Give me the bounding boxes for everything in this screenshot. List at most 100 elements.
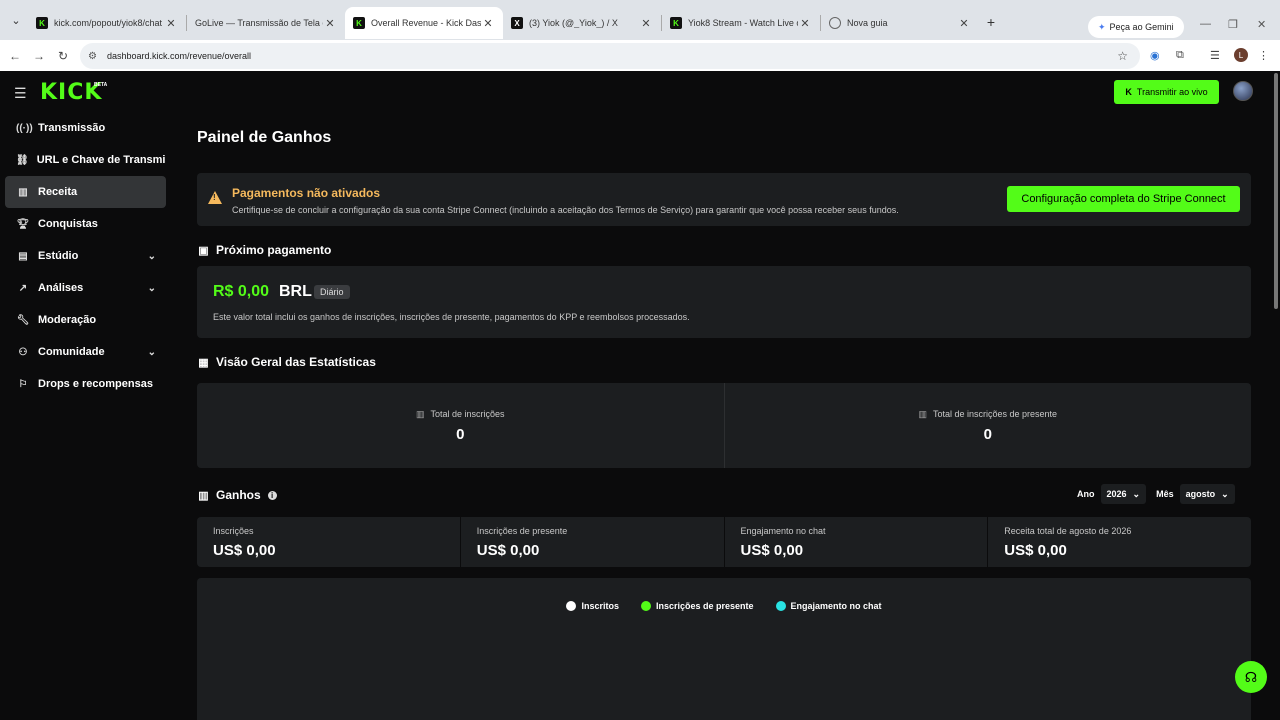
stat-label: ▥ Total de inscrições (197, 409, 724, 420)
kick-icon: K (670, 17, 682, 29)
legend-dot (640, 601, 651, 611)
browser-tab-active[interactable]: K Overall Revenue - Kick Dashboa ✕ (345, 7, 503, 39)
legend-item-chat-engagement[interactable]: Engajamento no chat (775, 601, 882, 611)
maximize-icon[interactable]: ❐ (1228, 18, 1238, 31)
browser-tab[interactable]: K Yiok8 Stream - Watch Live on K ✕ (662, 7, 820, 39)
kick-dashboard: ☰ KICK BETA K Transmitir ao vivo ((·)) T… (0, 71, 1280, 720)
user-avatar[interactable] (1233, 81, 1253, 101)
section-title: Ganhos (216, 488, 261, 502)
chevron-down-icon: ⌄ (1221, 488, 1229, 499)
section-title: Próximo pagamento (216, 243, 332, 257)
gemini-button[interactable]: ✦ Peça ao Gemini (1088, 16, 1184, 38)
legend-item-gift-subs[interactable]: Inscrições de presente (640, 601, 754, 611)
stat-value: 0 (456, 426, 465, 443)
browser-toolbar: ← → ↻ ⚙ dashboard.kick.com/revenue/overa… (0, 40, 1280, 71)
stat-value: 0 (983, 426, 992, 443)
tab-title: kick.com/popout/yiok8/chat (54, 18, 163, 28)
sidebar-item-analises[interactable]: ↗ Análises ⌄ (5, 272, 166, 304)
year-label: Ano (1077, 489, 1095, 499)
close-window-icon[interactable]: ✕ (1257, 18, 1266, 31)
year-select[interactable]: 2026 ⌄ (1100, 484, 1147, 504)
stat-total-gift-subscriptions: ▥ Total de inscrições de presente 0 (723, 383, 1252, 468)
gemini-icon: ✦ (1098, 21, 1106, 32)
tab-title: (3) Yiok (@_Yiok_) / X (529, 18, 618, 28)
legend-label: Engajamento no chat (790, 601, 882, 611)
browser-tab[interactable]: Nova guia ✕ (821, 7, 979, 39)
sidebar-item-receita[interactable]: ▥ Receita (5, 176, 166, 208)
reload-icon[interactable]: ↻ (51, 49, 75, 63)
browser-tab[interactable]: K kick.com/popout/yiok8/chat ✕ (28, 7, 186, 39)
sidebar-item-label: Transmissão (38, 122, 106, 134)
payment-amount: R$ 0,00 (213, 283, 270, 300)
back-icon[interactable]: ← (3, 49, 27, 63)
stripe-connect-button[interactable]: Configuração completa do Stripe Connect (1007, 186, 1240, 212)
stat-label: ▥ Total de inscrições de presente (725, 409, 1252, 420)
broadcast-icon: ((·)) (16, 122, 33, 134)
stat-total-subscriptions: ▥ Total de inscrições 0 (197, 383, 724, 468)
sidebar-item-conquistas[interactable]: 🏆︎ Conquistas (5, 208, 166, 240)
card-value: US$ 0,00 (740, 542, 804, 559)
close-icon[interactable]: ✕ (639, 17, 653, 30)
chevron-down-icon: ⌄ (147, 250, 156, 262)
card-label: Inscrições de presente (476, 526, 568, 536)
sidebar-item-moderacao[interactable]: 🔧︎ Moderação (5, 304, 166, 336)
info-icon[interactable]: i (267, 490, 277, 500)
payment-description: Este valor total inclui os ganhos de ins… (213, 312, 690, 322)
sidebar-item-label: Conquistas (38, 218, 98, 230)
minimize-icon[interactable]: — (1200, 18, 1211, 30)
new-tab-button[interactable]: + (979, 14, 1003, 30)
browser-menu-icon[interactable]: ⋮ (1258, 49, 1269, 62)
legend-dot (775, 601, 786, 611)
month-value: agosto (1185, 489, 1216, 499)
sidebar-item-stream-key[interactable]: ⛓ URL e Chave de Transmissão (5, 144, 166, 176)
earnings-card: Engajamento no chat US$ 0,00 (723, 517, 988, 567)
chart-icon: ▥ (415, 409, 425, 419)
stats-overview: ▥ Total de inscrições 0 ▥ Total de inscriç… (197, 383, 1251, 468)
tab-search-icon[interactable]: ⌄ (4, 8, 28, 32)
forward-icon[interactable]: → (27, 49, 51, 63)
stats-heading: ▦ Visão Geral das Estatísticas (197, 355, 376, 369)
payments-alert: ! Pagamentos não ativados Certifique-se … (197, 173, 1251, 226)
sidebar-item-drops[interactable]: ⚐ Drops e recompensas (5, 368, 166, 400)
legend-item-subscribers[interactable]: Inscritos (566, 601, 619, 611)
close-icon[interactable]: ✕ (323, 17, 337, 30)
profile-avatar[interactable]: L (1234, 48, 1248, 62)
tab-title: Nova guia (847, 18, 888, 28)
close-icon[interactable]: ✕ (798, 17, 812, 30)
url-text: dashboard.kick.com/revenue/overall (106, 51, 252, 61)
close-icon[interactable]: ✕ (481, 17, 495, 30)
next-payment-heading: ▣ Próximo pagamento (197, 243, 331, 257)
address-bar[interactable]: ⚙ dashboard.kick.com/revenue/overall ☆ (80, 43, 1140, 69)
community-icon: ⚇ (18, 346, 28, 358)
browser-tab[interactable]: X (3) Yiok (@_Yiok_) / X ✕ (503, 7, 661, 39)
page-title: Painel de Ganhos (197, 129, 332, 146)
scrollbar-thumb[interactable] (1274, 73, 1278, 309)
go-live-button[interactable]: K Transmitir ao vivo (1114, 80, 1219, 104)
alert-text: Certifique-se de concluir a configuração… (232, 205, 899, 215)
go-live-label: Transmitir ao vivo (1136, 87, 1208, 97)
wrench-icon: 🔧︎ (16, 314, 30, 326)
extensions-puzzle-icon[interactable]: ⧉ (1176, 49, 1184, 62)
chevron-down-icon: ⌄ (147, 282, 156, 294)
earnings-chart-icon: ▥ (198, 489, 209, 502)
card-label: Receita total de agosto de 2026 (1004, 526, 1132, 536)
bookmark-star-icon[interactable]: ☆ (1117, 49, 1128, 63)
site-settings-icon[interactable]: ⚙ (88, 51, 97, 62)
kick-icon: K (353, 17, 365, 29)
reading-list-icon[interactable]: ☰ (1210, 49, 1220, 62)
scrollbar[interactable] (1272, 71, 1280, 720)
support-chat-icon[interactable]: ☊ (1235, 661, 1267, 693)
hamburger-menu-icon[interactable]: ☰ (14, 85, 27, 102)
sidebar-item-estudio[interactable]: ▤ Estúdio ⌄ (5, 240, 166, 272)
sidebar-item-transmissao[interactable]: ((·)) Transmissão (5, 112, 166, 144)
browser-tab[interactable]: G GoLive — Transmissão de Tela e ✕ (187, 7, 345, 39)
sidebar-item-label: Receita (38, 186, 78, 198)
close-icon[interactable]: ✕ (164, 17, 178, 30)
close-icon[interactable]: ✕ (957, 17, 971, 30)
month-select[interactable]: agosto ⌄ (1179, 484, 1235, 504)
payment-frequency-badge: Diário (314, 285, 350, 299)
sidebar-item-comunidade[interactable]: ⚇ Comunidade ⌄ (5, 336, 166, 368)
extension-icon[interactable]: ◉ (1150, 49, 1160, 62)
earnings-card: Inscrições US$ 0,00 (197, 517, 460, 567)
beta-badge: BETA (94, 82, 108, 88)
